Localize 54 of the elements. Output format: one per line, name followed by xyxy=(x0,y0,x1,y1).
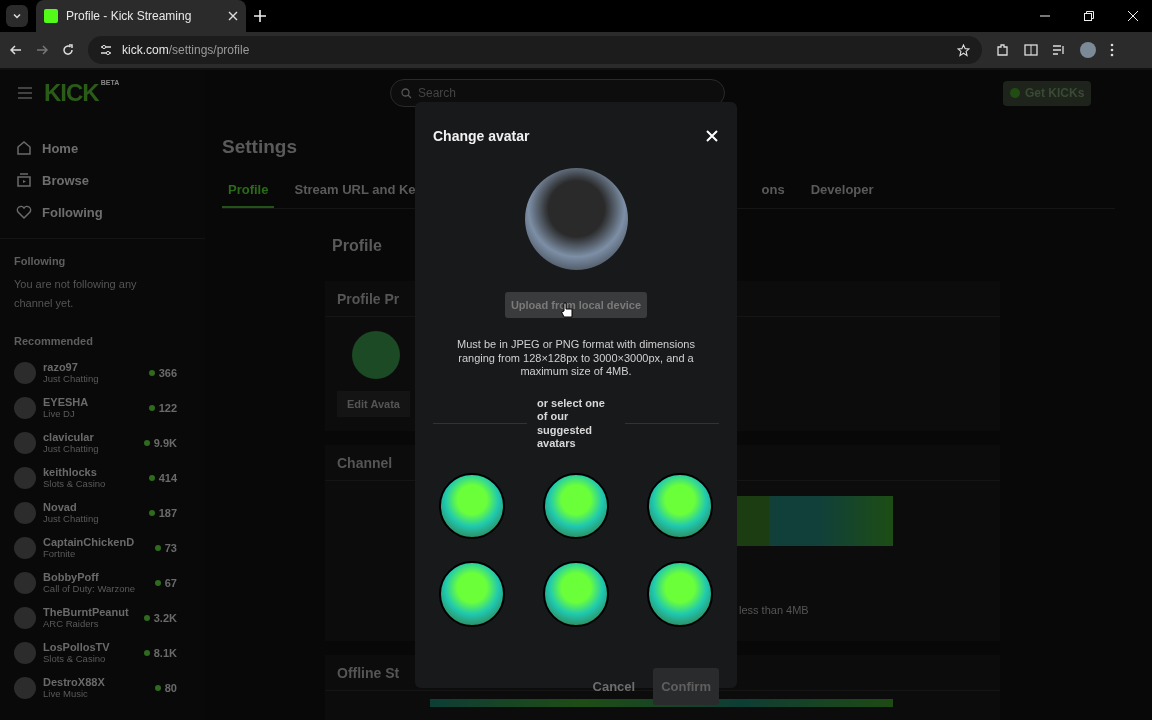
channel-name[interactable]: DestroX88X xyxy=(43,676,148,688)
browser-tab[interactable]: Profile - Kick Streaming xyxy=(36,0,246,32)
channel-name[interactable]: EYESHA xyxy=(43,396,142,408)
dialog-title: Change avatar xyxy=(433,128,530,144)
empty-message: You are not following any channel yet. xyxy=(14,277,138,311)
cancel-button[interactable]: Cancel xyxy=(592,679,636,694)
section-heading: Recommended xyxy=(14,335,94,347)
settings-tab[interactable]: ons xyxy=(755,174,791,208)
viewer-count: 80 xyxy=(164,681,177,694)
card-title: Channel xyxy=(337,454,393,471)
section-heading: Following xyxy=(14,255,67,267)
channel-name[interactable]: keithlocks xyxy=(43,466,142,478)
viewer-count: 67 xyxy=(164,576,177,589)
channel-name[interactable]: BobbyPoff xyxy=(43,571,148,583)
url-text: kick.com/settings/profile xyxy=(122,43,250,57)
channel-category: ARC Raiders xyxy=(43,618,100,629)
settings-tab[interactable]: Profile xyxy=(222,174,275,208)
channel-name[interactable]: LosPollosTV xyxy=(43,641,137,653)
settings-tab[interactable]: Stream URL and Ke xyxy=(288,174,422,208)
sidebar-nav-item[interactable]: Following xyxy=(14,196,191,228)
channel-category: Live DJ xyxy=(43,408,76,419)
viewer-count: 187 xyxy=(158,506,177,519)
viewer-count: 122 xyxy=(158,401,177,414)
viewer-count: 366 xyxy=(158,366,177,379)
channel-category: Call of Duty: Warzone xyxy=(43,583,137,594)
channel-name[interactable]: Novad xyxy=(43,501,142,513)
sidebar-nav-item[interactable]: Browse xyxy=(14,164,191,196)
page-title: Settings xyxy=(222,136,297,159)
address-bar[interactable]: kick.com/settings/profile xyxy=(88,36,982,64)
edit-avatar-button[interactable]: Edit Avata xyxy=(337,391,410,417)
format-note: Must be in JPEG or PNG format with dimensions ranging from 128×128px to 3000×3000px, and a maximum size of 4MB. xyxy=(456,338,696,379)
channel-category: Just Chatting xyxy=(43,443,100,454)
channel-name[interactable]: razo97 xyxy=(43,361,142,373)
section-title: Profile xyxy=(332,237,383,255)
viewer-count: 9.9K xyxy=(153,436,177,449)
sidebar-nav-item[interactable]: Home xyxy=(14,132,191,164)
channel-category: Slots & Casino xyxy=(43,478,107,489)
viewer-count: 8.1K xyxy=(153,646,177,659)
channel-category: Just Chatting xyxy=(43,513,100,524)
channel-category: Just Chatting xyxy=(43,373,100,384)
divider-text: or select one of our suggested avatars xyxy=(536,396,606,451)
banner-note: less than 4MB xyxy=(739,604,809,616)
viewer-count: 73 xyxy=(164,541,177,554)
channel-category: Fortnite xyxy=(43,548,77,559)
card-title: Offline St xyxy=(337,664,400,681)
channel-category: Live Music xyxy=(43,688,89,699)
viewer-count: 414 xyxy=(158,471,177,484)
channel-category: Slots & Casino xyxy=(43,653,107,664)
channel-name[interactable]: CaptainChickenD xyxy=(43,536,148,548)
settings-tab[interactable]: Developer xyxy=(804,174,880,208)
channel-name[interactable]: clavicular xyxy=(43,431,137,443)
channel-name[interactable]: TheBurntPeanut xyxy=(43,606,137,618)
card-title: Profile Pr xyxy=(337,290,400,307)
viewer-count: 3.2K xyxy=(153,611,177,624)
